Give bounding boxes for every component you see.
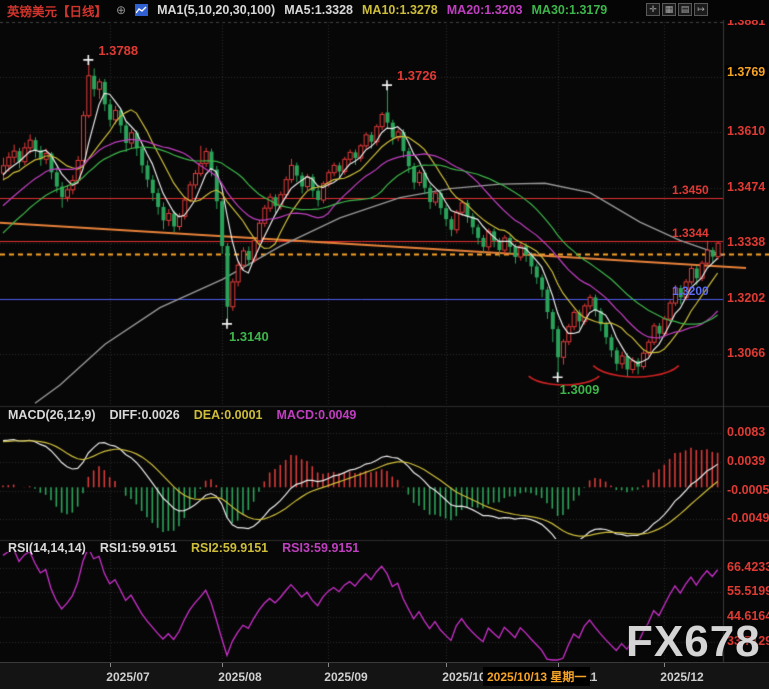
month-label: 2025/12 — [660, 670, 703, 684]
macd-axis-label: 0.0039 — [727, 454, 765, 468]
settings-icon[interactable]: ⊕ — [116, 3, 126, 17]
rsi1-value: RSI1:59.9151 — [100, 541, 177, 555]
rsi-header: RSI(14,14,14) RSI1:59.9151 RSI2:59.9151 … — [8, 541, 359, 555]
pan-tool-icon[interactable]: ✛ — [646, 3, 660, 16]
ma-indicator-icon[interactable] — [135, 4, 148, 16]
month-label: 2025/10 — [442, 670, 485, 684]
macd-axis-label: -0.0005 — [727, 483, 769, 497]
macd-macd-value: MACD:0.0049 — [277, 408, 357, 422]
ma5-value: MA5:1.3328 — [284, 3, 353, 17]
price-axis-label: 1.3474 — [727, 180, 765, 194]
price-annotation: 1.3726 — [397, 68, 437, 83]
rsi-params-label[interactable]: RSI(14,14,14) — [8, 541, 86, 555]
ma30-value: MA30:1.3179 — [532, 3, 608, 17]
window-controls: ✛ ▦ ▤ ↦ — [646, 3, 708, 16]
macd-header: MACD(26,12,9) DIFF:0.0026 DEA:0.0001 MAC… — [8, 408, 356, 422]
labels-overlay: 1.38811.36101.34741.33381.32021.30660.00… — [0, 0, 769, 689]
month-tick — [110, 663, 111, 667]
ma-group-label[interactable]: MA1(5,10,20,30,100) — [157, 3, 275, 17]
price-axis-label: 1.3066 — [727, 346, 765, 360]
price-axis-label: 1.3338 — [727, 235, 765, 249]
rsi3-value: RSI3:59.9151 — [282, 541, 359, 555]
macd-diff-value: DIFF:0.0026 — [110, 408, 180, 422]
trading-chart-window: 英镑美元【日线】 ⊕ MA1(5,10,20,30,100) MA5:1.332… — [0, 0, 769, 689]
ma20-value: MA20:1.3203 — [447, 3, 523, 17]
rsi-axis-label: 55.5199 — [727, 584, 769, 598]
macd-dea-value: DEA:0.0001 — [194, 408, 263, 422]
month-tick — [222, 663, 223, 667]
price-annotation: 1.3788 — [98, 43, 138, 58]
level-line-label: 1.3450 — [672, 183, 709, 197]
price-axis-label: 1.3202 — [727, 291, 765, 305]
level-line-label: 1.3200 — [672, 284, 709, 298]
month-tick — [328, 663, 329, 667]
macd-axis-label: 0.0083 — [727, 425, 765, 439]
level-line-label: 1.3344 — [672, 226, 709, 240]
price-annotation: 1.3009 — [560, 382, 600, 397]
rsi-axis-label: 66.4233 — [727, 560, 769, 574]
month-tick — [446, 663, 447, 667]
pane-layout-icon[interactable]: ▦ — [662, 3, 676, 16]
ma10-value: MA10:1.3278 — [362, 3, 438, 17]
month-label: 2025/07 — [106, 670, 149, 684]
symbol-title[interactable]: 英镑美元【日线】 — [7, 1, 107, 20]
pane-layout-alt-icon[interactable]: ▤ — [678, 3, 692, 16]
crosshair-date-label: 2025/10/13 星期一 — [483, 667, 590, 686]
month-label: 2025/09 — [324, 670, 367, 684]
month-label: 2025/08 — [218, 670, 261, 684]
price-annotation: 1.3140 — [229, 329, 269, 344]
price-axis-label: 1.3610 — [727, 124, 765, 138]
jump-latest-icon[interactable]: ↦ — [694, 3, 708, 16]
rsi2-value: RSI2:59.9151 — [191, 541, 268, 555]
macd-axis-label: -0.0049 — [727, 511, 769, 525]
macd-params-label[interactable]: MACD(26,12,9) — [8, 408, 96, 422]
crosshair-price-label: 1.3769 — [725, 65, 767, 79]
watermark: FX678 — [626, 617, 761, 667]
